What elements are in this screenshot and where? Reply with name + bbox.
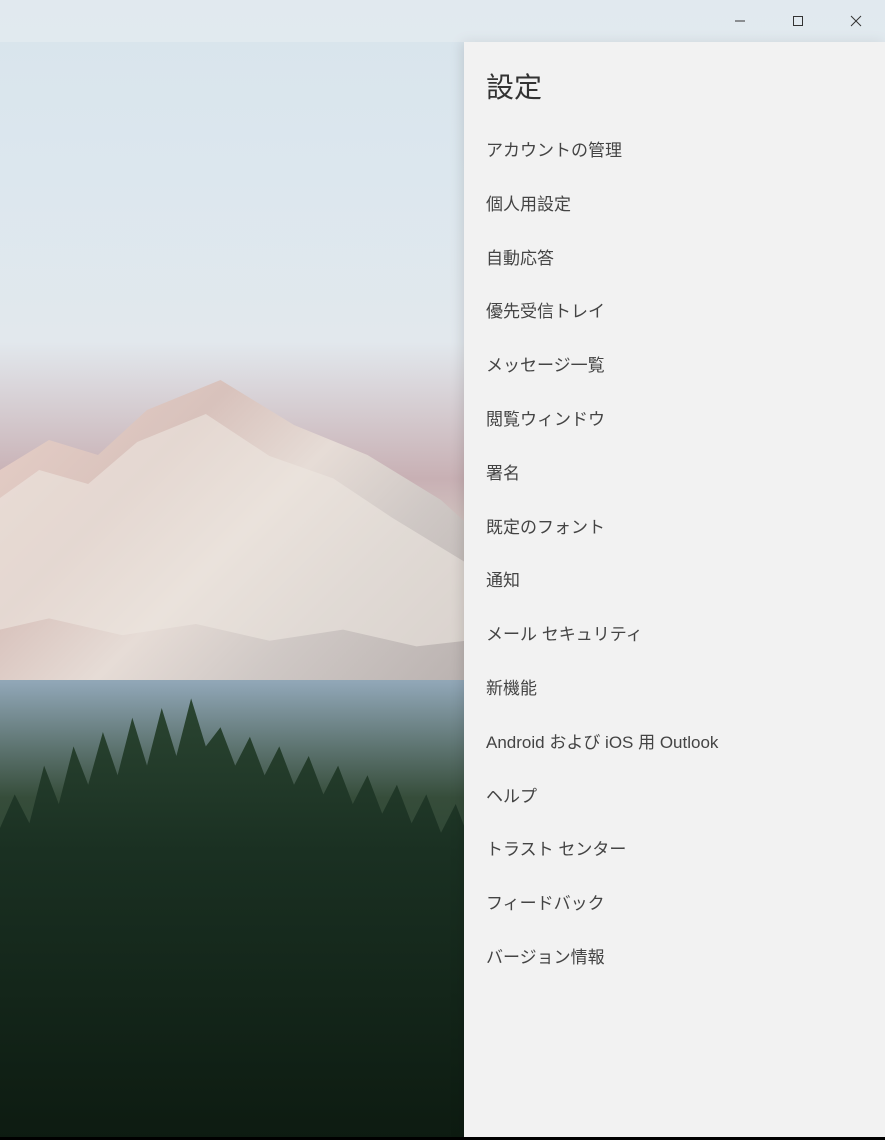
maximize-button[interactable] xyxy=(769,0,827,42)
settings-item-about[interactable]: バージョン情報 xyxy=(464,931,885,985)
settings-item-help[interactable]: ヘルプ xyxy=(464,770,885,824)
minimize-button[interactable] xyxy=(711,0,769,42)
window-titlebar xyxy=(0,0,885,42)
settings-item-reading-pane[interactable]: 閲覧ウィンドウ xyxy=(464,393,885,447)
settings-item-feedback[interactable]: フィードバック xyxy=(464,877,885,931)
settings-item-signature[interactable]: 署名 xyxy=(464,447,885,501)
settings-panel: 設定 アカウントの管理個人用設定自動応答優先受信トレイメッセージ一覧閲覧ウィンド… xyxy=(464,42,885,1140)
settings-title: 設定 xyxy=(464,60,885,124)
settings-item-mail-security[interactable]: メール セキュリティ xyxy=(464,608,885,662)
settings-list: アカウントの管理個人用設定自動応答優先受信トレイメッセージ一覧閲覧ウィンドウ署名… xyxy=(464,124,885,985)
settings-item-focused-inbox[interactable]: 優先受信トレイ xyxy=(464,285,885,339)
minimize-icon xyxy=(734,15,746,27)
close-button[interactable] xyxy=(827,0,885,42)
settings-item-default-font[interactable]: 既定のフォント xyxy=(464,501,885,555)
settings-item-whats-new[interactable]: 新機能 xyxy=(464,662,885,716)
settings-item-message-list[interactable]: メッセージ一覧 xyxy=(464,339,885,393)
settings-item-manage-accounts[interactable]: アカウントの管理 xyxy=(464,124,885,178)
close-icon xyxy=(850,15,862,27)
settings-item-personalization[interactable]: 個人用設定 xyxy=(464,178,885,232)
settings-item-notifications[interactable]: 通知 xyxy=(464,554,885,608)
settings-item-outlook-mobile[interactable]: Android および iOS 用 Outlook xyxy=(464,716,885,770)
maximize-icon xyxy=(792,15,804,27)
settings-item-trust-center[interactable]: トラスト センター xyxy=(464,823,885,877)
settings-item-automatic-replies[interactable]: 自動応答 xyxy=(464,232,885,286)
